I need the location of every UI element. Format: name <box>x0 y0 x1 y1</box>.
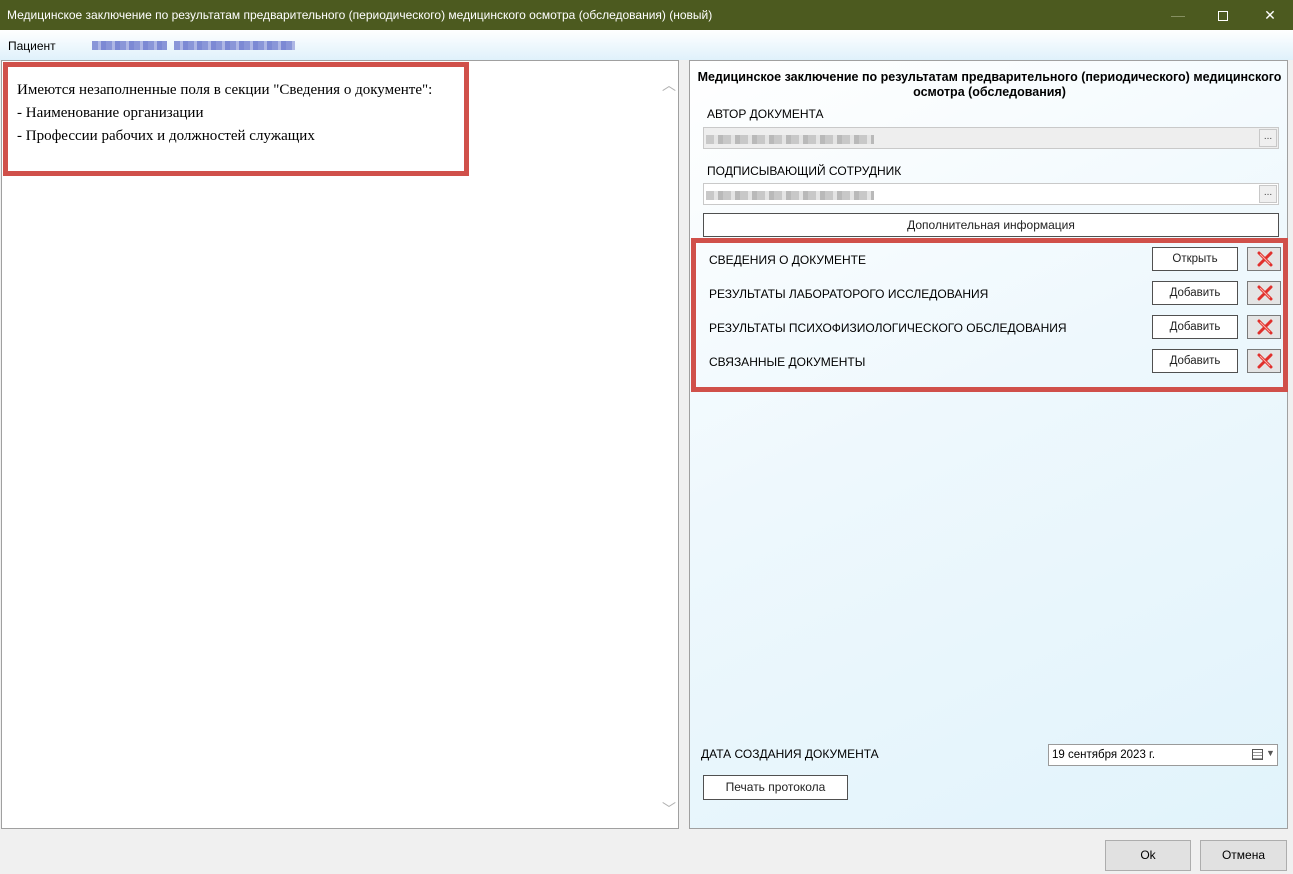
open-section-button[interactable]: Открыть <box>1152 247 1238 271</box>
patient-bar: Пациент <box>0 30 1293 60</box>
delete-section-button[interactable] <box>1247 247 1281 271</box>
redacted-text <box>92 41 167 50</box>
section-row: РЕЗУЛЬТАТЫ ЛАБОРАТОРОГО ИССЛЕДОВАНИЯ Доб… <box>709 281 1281 305</box>
redacted-text <box>174 41 295 50</box>
delete-section-button[interactable] <box>1247 281 1281 305</box>
validation-line: - Наименование организации <box>17 105 204 121</box>
signer-label: ПОДПИСЫВАЮЩИЙ СОТРУДНИК <box>707 164 902 178</box>
minimize-icon: — <box>1171 7 1185 23</box>
title-bar: Медицинское заключение по результатам пр… <box>0 0 1293 30</box>
author-browse-button: ... <box>1259 129 1277 147</box>
scroll-down-icon[interactable]: ﹀ <box>662 799 676 817</box>
close-icon: ✕ <box>1264 7 1276 23</box>
section-row: РЕЗУЛЬТАТЫ ПСИХОФИЗИОЛОГИЧЕСКОГО ОБСЛЕДО… <box>709 315 1281 339</box>
section-label: СВЕДЕНИЯ О ДОКУМЕНТЕ <box>709 253 866 267</box>
close-button[interactable]: ✕ <box>1247 0 1293 30</box>
signer-browse-button[interactable]: ... <box>1259 185 1277 203</box>
redacted-text <box>706 191 874 200</box>
print-protocol-button[interactable]: Печать протокола <box>703 775 848 800</box>
delete-section-button[interactable] <box>1247 349 1281 373</box>
author-field: ... <box>703 127 1279 149</box>
date-picker[interactable]: 19 сентября 2023 г. ▼ <box>1048 744 1278 766</box>
cancel-button[interactable]: Отмена <box>1200 840 1287 871</box>
validation-line: Имеются незаполненные поля в секции "Све… <box>17 82 433 98</box>
scroll-up-icon[interactable]: ︿ <box>662 75 676 93</box>
delete-x-icon <box>1257 251 1273 267</box>
signer-field[interactable]: ... <box>703 183 1279 205</box>
delete-x-icon <box>1257 353 1273 369</box>
delete-x-icon <box>1257 319 1273 335</box>
sections-group: СВЕДЕНИЯ О ДОКУМЕНТЕ Открыть РЕЗУЛЬТАТЫ … <box>691 238 1288 392</box>
additional-info-button[interactable]: Дополнительная информация <box>703 213 1279 237</box>
validation-panel: Имеются незаполненные поля в секции "Све… <box>1 60 679 829</box>
section-label: СВЯЗАННЫЕ ДОКУМЕНТЫ <box>709 355 866 369</box>
window-title: Медицинское заключение по результатам пр… <box>7 8 713 22</box>
add-section-button[interactable]: Добавить <box>1152 315 1238 339</box>
dialog-footer: Ok Отмена <box>0 830 1293 874</box>
author-label: АВТОР ДОКУМЕНТА <box>707 107 824 121</box>
maximize-button[interactable] <box>1200 0 1246 30</box>
redacted-text <box>706 135 874 144</box>
calendar-icon[interactable] <box>1252 749 1263 760</box>
chevron-down-icon[interactable]: ▼ <box>1266 748 1275 758</box>
form-title: Медицинское заключение по результатам пр… <box>697 70 1282 99</box>
maximize-icon <box>1218 11 1228 22</box>
date-value: 19 сентября 2023 г. <box>1052 749 1156 761</box>
delete-section-button[interactable] <box>1247 315 1281 339</box>
validation-line: - Профессии рабочих и должностей служащи… <box>17 128 315 144</box>
section-label: РЕЗУЛЬТАТЫ ПСИХОФИЗИОЛОГИЧЕСКОГО ОБСЛЕДО… <box>709 321 1067 335</box>
minimize-button[interactable]: — <box>1155 0 1201 30</box>
section-row: СВЯЗАННЫЕ ДОКУМЕНТЫ Добавить <box>709 349 1281 373</box>
ok-button[interactable]: Ok <box>1105 840 1191 871</box>
patient-name-redacted <box>90 38 298 52</box>
add-section-button[interactable]: Добавить <box>1152 349 1238 373</box>
patient-label: Пациент <box>8 39 56 53</box>
document-form: Медицинское заключение по результатам пр… <box>689 60 1288 829</box>
validation-message: Имеются незаполненные поля в секции "Све… <box>3 62 469 176</box>
section-label: РЕЗУЛЬТАТЫ ЛАБОРАТОРОГО ИССЛЕДОВАНИЯ <box>709 287 989 301</box>
add-section-button[interactable]: Добавить <box>1152 281 1238 305</box>
section-row: СВЕДЕНИЯ О ДОКУМЕНТЕ Открыть <box>709 247 1281 271</box>
date-label: ДАТА СОЗДАНИЯ ДОКУМЕНТА <box>701 747 879 761</box>
delete-x-icon <box>1257 285 1273 301</box>
